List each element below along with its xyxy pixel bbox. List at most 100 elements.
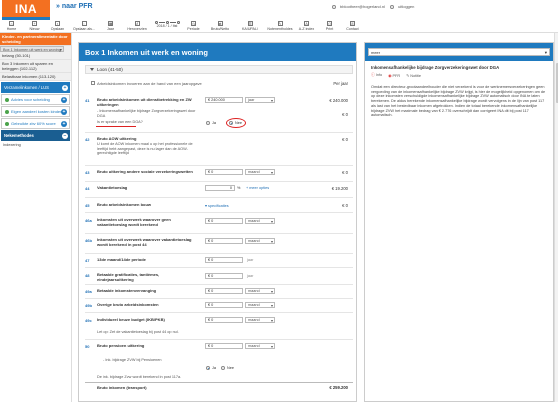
sidebar-item-box1[interactable]: Box 1 Inkomen uit werk en woning xyxy=(0,46,64,53)
input-46b[interactable]: € 0 xyxy=(205,238,243,244)
toolbar-notes[interactable]: ✎ Notenentholdes xyxy=(265,20,295,32)
sidebar-item-rekenmethodes[interactable]: Nekemethodes − xyxy=(1,130,70,142)
ina-logo[interactable]: INA xyxy=(2,0,50,17)
sidebar-item-advies[interactable]: Advies voor scheiding + xyxy=(1,94,70,106)
plus-icon[interactable]: + xyxy=(61,108,67,115)
toolbar-label: A-Z index xyxy=(298,26,315,31)
toolbar-save-as[interactable]: ▫ Opslaan als... xyxy=(69,20,99,32)
minus-icon[interactable]: − xyxy=(62,132,68,139)
info-select[interactable]: meer xyxy=(368,48,550,56)
sidebar-item-alimentatie[interactable]: Kinder- en partneralimentatie door schei… xyxy=(0,33,71,47)
toolbar-stepper[interactable]: 2018 / 1 / Itst xyxy=(152,20,182,32)
annotation-underline xyxy=(96,126,136,127)
row-divider xyxy=(85,298,353,299)
value-42: € 0 xyxy=(342,137,348,142)
section-header-loon[interactable]: Loon (41-50) xyxy=(85,65,353,74)
toolbar-review[interactable]: ↺ Heroverzien xyxy=(122,20,152,32)
period-select-49b[interactable]: maand xyxy=(245,302,275,309)
row-divider xyxy=(85,181,353,182)
toolbar-gross-net[interactable]: ⇄ Bruto/Netto xyxy=(205,20,235,32)
input-43[interactable]: € 0 xyxy=(205,169,243,175)
row-number: 45 xyxy=(85,203,90,208)
row-number: 42 xyxy=(85,137,90,142)
input-48[interactable]: € 0 xyxy=(205,273,243,279)
info-title: Inkomensafhankelijke bijdrage Zorgverzek… xyxy=(371,65,500,70)
toolbar-print[interactable]: ⎙ Print xyxy=(318,20,341,32)
toolbar-label: Bruto/Netto xyxy=(210,26,230,31)
info-action-pfr[interactable]: ◉PFR xyxy=(388,73,400,78)
period-select-46b[interactable]: maand xyxy=(245,238,275,245)
input-49b[interactable]: € 0 xyxy=(205,302,243,308)
new-icon: + xyxy=(32,21,37,26)
row-number: 49b xyxy=(85,303,92,308)
toolbar-label: Nieuw xyxy=(29,26,40,31)
save-as-icon: ▫ xyxy=(81,21,87,26)
sidebar-item-eigen-aandeel[interactable]: Eigen aandeel kosten kinderen + xyxy=(1,106,70,118)
home-icon: ⌂ xyxy=(9,21,14,26)
pfr-icon: ◉ xyxy=(388,74,392,78)
row-number: 50 xyxy=(85,344,90,349)
more-options-link[interactable]: + meer opties xyxy=(246,186,269,190)
row-label-46a: Inkomsten uit overwerk waarover geen vak… xyxy=(97,217,171,227)
info-panel: meer Inkomensafhankelijke bijdrage Zorgv… xyxy=(364,42,554,402)
sidebar-item-belastbaar[interactable]: Belastbaar inkomen (113-120) xyxy=(0,73,71,82)
dga-radio-ja[interactable] xyxy=(206,121,210,125)
naar-pfr-link[interactable]: » naar PFR xyxy=(56,3,93,10)
sidebar-item-gebruikte[interactable]: Gebruikte zbv 60% score + xyxy=(1,118,70,130)
specificaties-link[interactable]: ▾ specificaties xyxy=(205,203,229,208)
page-scrollbar[interactable] xyxy=(554,33,558,402)
logout-icon xyxy=(390,4,395,9)
sidebar-item-box3[interactable]: Box 3 Inkomen uit sparen en beleggen (10… xyxy=(0,59,71,74)
az-index-icon: A xyxy=(304,21,309,26)
annotation-circle xyxy=(226,118,246,128)
sidebar-item-indexering[interactable]: Indexering xyxy=(0,141,71,149)
period-select-49c[interactable]: maand xyxy=(245,317,275,324)
row-label-44: Vakantietoeslag xyxy=(97,185,128,190)
toolbar-save[interactable]: ▪ Opslaan xyxy=(46,20,69,32)
zvw-radio-ja[interactable] xyxy=(206,366,210,370)
input-47[interactable]: € 0 xyxy=(205,257,243,263)
toolbar-label: Print xyxy=(325,26,334,31)
info-actions: ⓘInfo ◉PFR ✎Notitie xyxy=(371,73,421,78)
period-select-50[interactable]: maand xyxy=(245,343,275,350)
plus-icon[interactable]: + xyxy=(62,84,68,91)
info-action-info[interactable]: ⓘInfo xyxy=(371,73,382,78)
sidebar-item-label: Eigen aandeel kosten kinderen xyxy=(11,109,66,115)
row-sub-50: - Ink. bijdrage ZVW bij Pensioenen xyxy=(103,358,162,362)
toolbar-period[interactable]: ◷ Periode xyxy=(182,20,205,32)
jaaropgave-checkbox[interactable] xyxy=(91,81,95,85)
plus-icon[interactable]: + xyxy=(61,96,67,103)
input-49a[interactable]: € 0 xyxy=(205,288,243,294)
row-note-49c: Let op: Zet de vakantietoeslag bij post … xyxy=(97,330,179,334)
input-49c[interactable]: € 0 xyxy=(205,317,243,323)
toolbar-contact[interactable]: ✆ Contact xyxy=(341,20,364,32)
period-select-46a[interactable]: maand xyxy=(245,218,275,225)
period-select-49a[interactable]: maand xyxy=(245,288,275,295)
logout-link[interactable]: uitloggen xyxy=(398,4,414,9)
row-note-50: De ink. bijdrage Zvw wordt berekend in p… xyxy=(97,375,182,379)
input-41[interactable]: € 240.000 xyxy=(205,97,243,103)
plus-icon[interactable]: + xyxy=(61,120,67,127)
toolbar-year[interactable]: ▦ Jaar xyxy=(99,20,122,32)
input-44[interactable]: 0 xyxy=(205,185,235,191)
page-title: Box 1 Inkomen uit werk en woning xyxy=(79,43,356,61)
toolbar-label: KA/UPAL/ xyxy=(242,26,258,31)
toolbar-ka[interactable]: ☰ KA/UPAL/ xyxy=(235,20,265,32)
toolbar-az-index[interactable]: A A-Z index xyxy=(295,20,318,32)
period-48: jaar xyxy=(247,274,254,278)
input-46a[interactable]: € 0 xyxy=(205,218,243,224)
period-select-43[interactable]: maand xyxy=(245,169,275,176)
period-select-41[interactable]: jaar xyxy=(245,97,275,104)
toolbar-new[interactable]: + Nieuw xyxy=(23,20,46,32)
sidebar-item-verzamelinkomen[interactable]: Verzamelinkomen / LUS + xyxy=(1,82,70,94)
toolbar-label: Notenentholdes xyxy=(267,26,293,31)
input-50[interactable]: € 0 xyxy=(205,343,243,349)
row-number: 44 xyxy=(85,186,90,191)
zvw-radio-nee[interactable] xyxy=(221,366,225,370)
toolbar-home[interactable]: ⌂ Home xyxy=(0,20,23,32)
row-label-48: Betaalde gratificaties, tantièmes, einde… xyxy=(97,272,160,282)
info-action-notitie[interactable]: ✎Notitie xyxy=(406,73,421,78)
row-divider xyxy=(85,312,353,313)
note-icon: ✎ xyxy=(406,74,410,78)
zvw-radio-nee-label: Nee xyxy=(227,366,234,370)
